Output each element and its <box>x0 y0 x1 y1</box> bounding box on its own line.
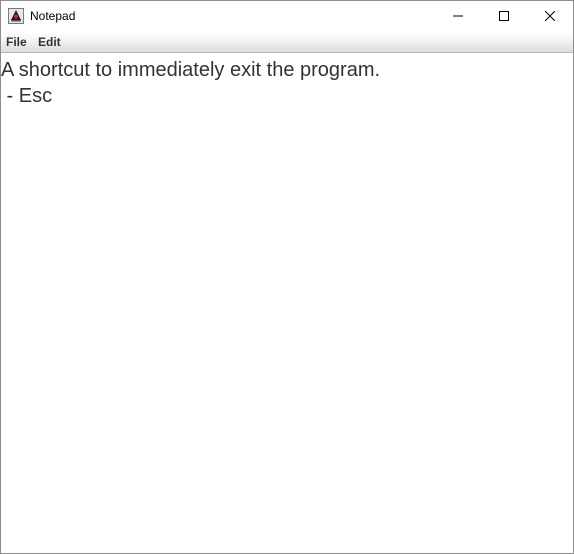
menu-file[interactable]: File <box>6 35 27 49</box>
window-title: Notepad <box>30 9 76 23</box>
menu-edit[interactable]: Edit <box>38 35 61 49</box>
text-editor-area[interactable]: A shortcut to immediately exit the progr… <box>1 54 573 553</box>
notepad-window: Notepad File Edit A shortcut to immediat… <box>0 0 574 554</box>
maximize-icon <box>499 8 509 26</box>
close-button[interactable] <box>527 1 573 32</box>
editor-line: A shortcut to immediately exit the progr… <box>1 59 381 81</box>
minimize-icon <box>453 8 463 26</box>
close-icon <box>544 8 556 26</box>
maximize-button[interactable] <box>481 1 527 32</box>
menu-bar: File Edit <box>1 32 573 53</box>
title-bar[interactable]: Notepad <box>1 1 573 32</box>
minimize-button[interactable] <box>435 1 481 32</box>
java-duke-icon <box>8 8 24 24</box>
editor-line: - Esc <box>1 85 53 107</box>
